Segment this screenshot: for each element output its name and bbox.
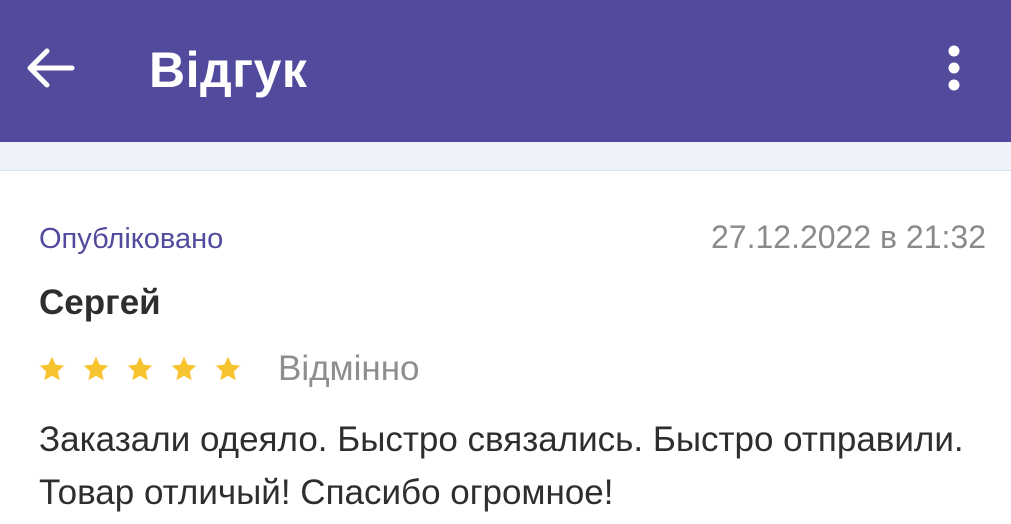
header-shadow-strip	[0, 142, 1011, 171]
star-icon	[39, 356, 65, 381]
back-button[interactable]	[18, 36, 82, 100]
review-date: 27.12.2022 в 21:32	[710, 219, 986, 255]
arrow-left-icon	[27, 48, 75, 88]
star-icon	[127, 356, 153, 381]
rating-row: Відмінно	[38, 347, 420, 391]
status-badge: Опубліковано	[39, 223, 224, 255]
author-name: Сергей	[39, 283, 161, 322]
review-text: Заказали одеяло. Быстро связались. Быстр…	[39, 420, 964, 512]
app-bar: Відгук	[0, 0, 1011, 142]
more-options-button[interactable]	[922, 36, 986, 100]
star-icon	[83, 356, 109, 381]
star-icon	[171, 356, 197, 381]
star-icon	[215, 356, 241, 381]
rating-stars	[38, 355, 258, 383]
review-card: Опубліковано 27.12.2022 в 21:32 Сергей В…	[0, 171, 1011, 524]
rating-label: Відмінно	[278, 349, 420, 388]
more-vertical-icon	[948, 45, 960, 91]
page-title: Відгук	[149, 42, 308, 98]
